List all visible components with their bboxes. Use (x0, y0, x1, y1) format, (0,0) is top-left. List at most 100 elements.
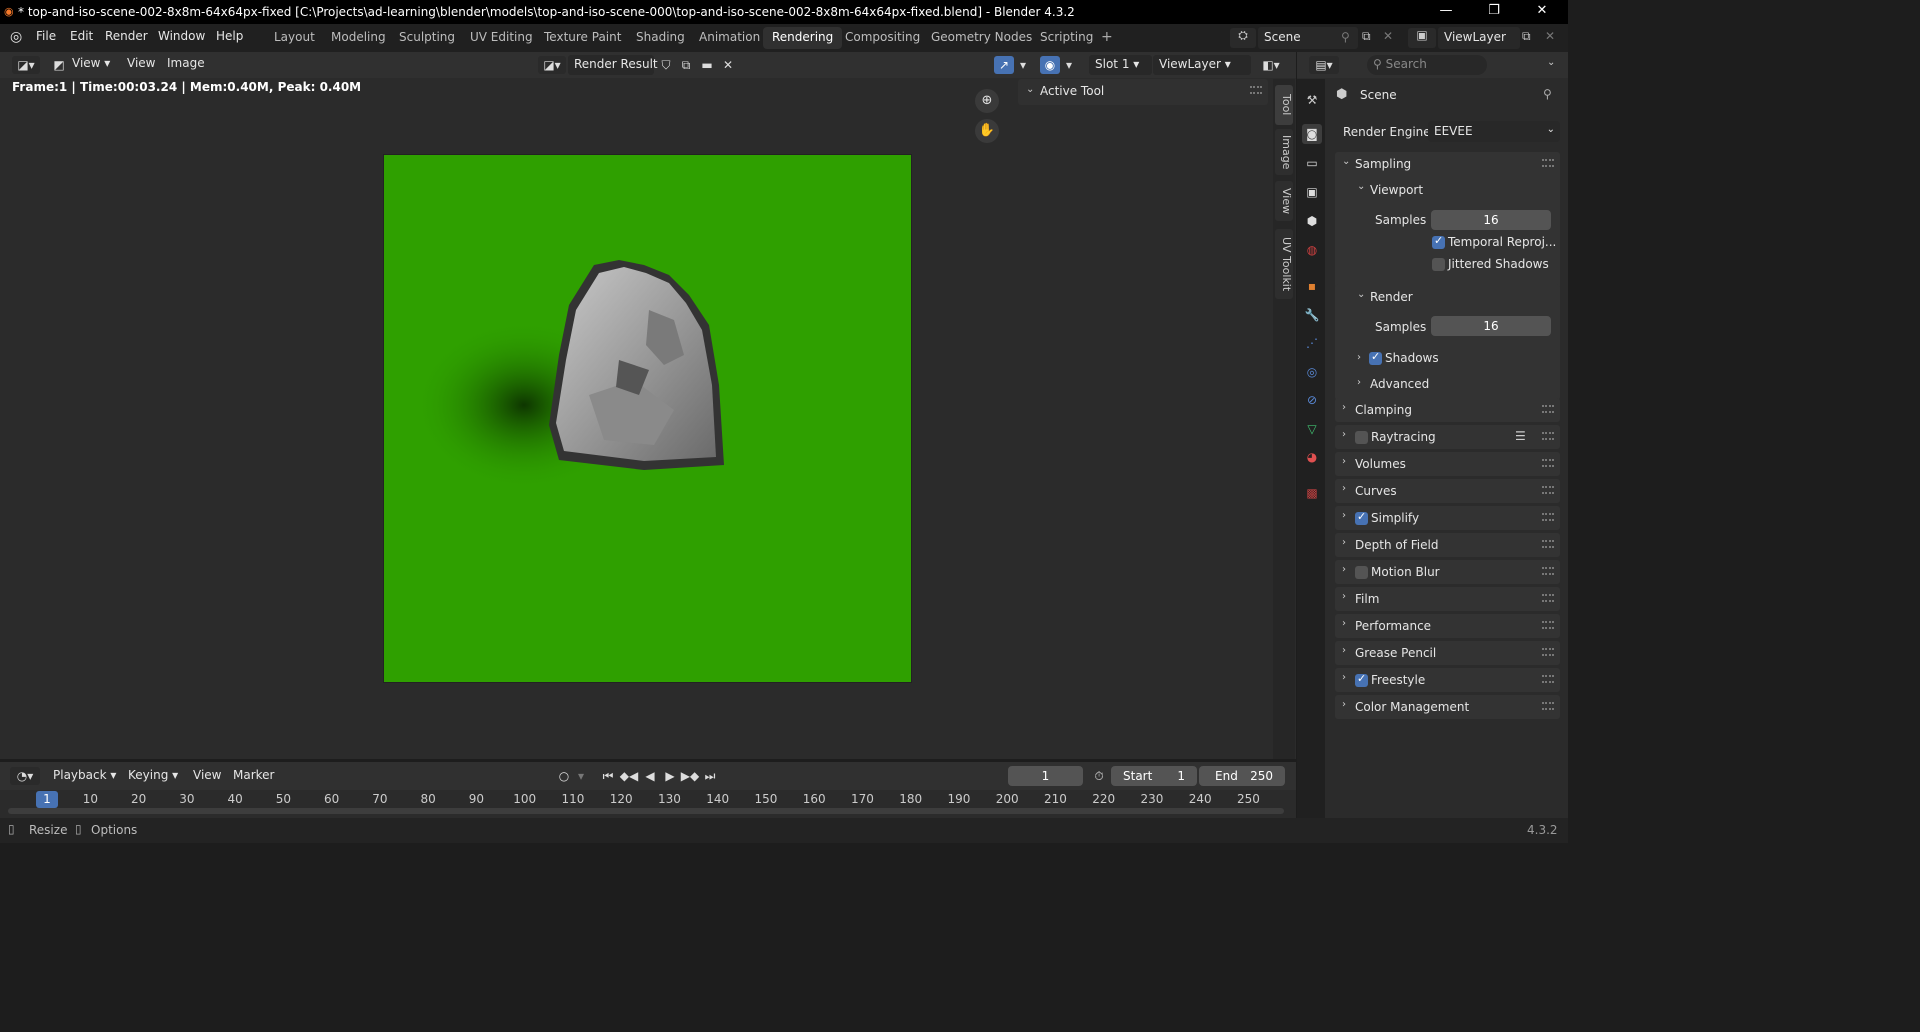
image-browse-icon[interactable]: ◪▾ (538, 56, 566, 74)
end-frame-field[interactable]: End 250 (1199, 766, 1285, 786)
shadows-checkbox[interactable] (1369, 350, 1382, 365)
sidebar-tab-image[interactable]: Image (1275, 129, 1293, 175)
panel-grip-icon[interactable] (1542, 540, 1554, 548)
panel-grip-icon[interactable] (1542, 159, 1554, 167)
object-tab-icon[interactable]: ▪ (1302, 276, 1322, 296)
menu-view[interactable]: View (127, 56, 155, 76)
panel-simplify[interactable]: › Simplify (1335, 506, 1560, 530)
tab-sculpting[interactable]: Sculpting (390, 27, 464, 49)
sidebar-tab-tool[interactable]: Tool (1275, 85, 1293, 125)
render-layer-dropdown[interactable]: ViewLayer ▾ (1153, 55, 1251, 75)
jittered-shadows-checkbox[interactable] (1432, 258, 1445, 271)
render-subpanel[interactable]: ⌄ Render Samples 16 › Shadows › Advanced (1335, 284, 1560, 400)
active-tool-panel[interactable]: ⌄ Active Tool (1018, 79, 1268, 105)
panel-raytracing[interactable]: › Raytracing ☰ (1335, 425, 1560, 449)
panel-film[interactable]: › Film (1335, 587, 1560, 611)
properties-options-chevron-icon[interactable]: ⌄ (1547, 57, 1555, 68)
editor-type-icon[interactable]: ◪▾ (12, 56, 40, 74)
timeline-scrollbar[interactable] (8, 808, 1284, 814)
unlink-image-icon[interactable]: ✕ (718, 56, 738, 74)
panel-motion-blur[interactable]: › Motion Blur (1335, 560, 1560, 584)
slot-dropdown[interactable]: Slot 1 ▾ (1089, 55, 1152, 75)
jump-start-icon[interactable]: ⏮ (598, 767, 618, 785)
view-mode-dropdown[interactable]: View ▾ (72, 56, 110, 76)
sidebar-tab-uv-toolkit[interactable]: UV Toolkit (1275, 229, 1293, 299)
panel-grip-icon[interactable] (1542, 621, 1554, 629)
simplify-checkbox[interactable] (1355, 510, 1368, 525)
panel-grease-pencil[interactable]: › Grease Pencil (1335, 641, 1560, 665)
add-workspace-icon[interactable]: + (1101, 29, 1113, 45)
gizmo-toggle-icon[interactable]: ↗ (994, 56, 1014, 74)
panel-grip-icon[interactable] (1542, 513, 1554, 521)
image-mode-icon[interactable]: ◩ (48, 56, 70, 74)
image-name-field[interactable]: Render Result (568, 55, 658, 75)
delete-scene-icon[interactable]: ✕ (1383, 29, 1393, 43)
gizmo-dropdown-icon[interactable]: ▾ (1015, 56, 1031, 74)
raytracing-checkbox[interactable] (1355, 431, 1368, 444)
keying-menu[interactable]: Keying ▾ (128, 768, 178, 788)
panel-grip-icon[interactable] (1542, 486, 1554, 494)
texture-tab-icon[interactable]: ▩ (1302, 483, 1322, 503)
overlay-dropdown-icon[interactable]: ▾ (1061, 56, 1077, 74)
jump-end-icon[interactable]: ⏭ (700, 767, 720, 785)
properties-search-field[interactable]: ⚲ Search (1367, 55, 1487, 75)
advanced-label[interactable]: Advanced (1370, 377, 1429, 391)
list-icon[interactable]: ☰ (1515, 429, 1526, 443)
fake-user-shield-icon[interactable]: ⛉ (656, 56, 676, 74)
panel-grip-icon[interactable] (1250, 86, 1262, 94)
menu-image[interactable]: Image (167, 56, 205, 76)
maximize-icon[interactable]: ❐ (1482, 3, 1506, 21)
render-tab-icon[interactable]: ◙ (1302, 124, 1322, 144)
marker-menu[interactable]: Marker (233, 768, 274, 788)
display-channels-icon[interactable]: ◧▾ (1256, 56, 1286, 74)
physics-tab-icon[interactable]: ◎ (1302, 362, 1322, 382)
viewlayer-field[interactable]: ViewLayer (1438, 27, 1520, 49)
menu-edit[interactable]: Edit (70, 29, 93, 43)
properties-editor-type-icon[interactable]: ▤▾ (1309, 56, 1339, 74)
play-reverse-icon[interactable]: ◀ (640, 767, 660, 785)
playback-menu[interactable]: Playback ▾ (53, 768, 116, 788)
delete-viewlayer-icon[interactable]: ✕ (1545, 29, 1555, 43)
panel-grip-icon[interactable] (1542, 702, 1554, 710)
tab-compositing[interactable]: Compositing (836, 27, 929, 49)
panel-performance[interactable]: › Performance (1335, 614, 1560, 638)
panel-grip-icon[interactable] (1542, 405, 1554, 413)
next-keyframe-icon[interactable]: ▶◆ (680, 767, 700, 785)
keying-dropdown-icon[interactable]: ▾ (574, 767, 588, 785)
render-engine-dropdown[interactable]: EEVEE ⌄ (1428, 121, 1560, 142)
menu-render[interactable]: Render (105, 29, 148, 43)
tab-modeling[interactable]: Modeling (322, 27, 395, 49)
playhead-frame-indicator[interactable]: 1 (36, 791, 58, 808)
motion-blur-checkbox[interactable] (1355, 566, 1368, 579)
prev-keyframe-icon[interactable]: ◆◀ (619, 767, 639, 785)
open-image-folder-icon[interactable]: ▬ (697, 56, 717, 74)
output-tab-icon[interactable]: ▭ (1302, 153, 1322, 173)
panel-volumes[interactable]: › Volumes (1335, 452, 1560, 476)
panel-depth-of-field[interactable]: › Depth of Field (1335, 533, 1560, 557)
new-scene-icon[interactable]: ⧉ (1362, 29, 1371, 44)
viewport-subpanel-label[interactable]: Viewport (1370, 183, 1423, 197)
panel-color-management[interactable]: › Color Management (1335, 695, 1560, 719)
material-tab-icon[interactable]: ◕ (1302, 447, 1322, 467)
panel-grip-icon[interactable] (1542, 648, 1554, 656)
panel-grip-icon[interactable] (1542, 594, 1554, 602)
render-samples-field[interactable]: 16 (1431, 316, 1551, 336)
timeline-editor-type-icon[interactable]: ◔▾ (10, 767, 40, 785)
tab-rendering[interactable]: Rendering (763, 27, 843, 49)
world-tab-icon[interactable]: ◍ (1302, 240, 1322, 260)
pan-hand-icon[interactable]: ✋ (975, 119, 999, 143)
data-tab-icon[interactable]: ▽ (1302, 419, 1322, 439)
new-image-icon[interactable]: ⧉ (676, 56, 696, 74)
current-frame-field[interactable]: 1 (1008, 766, 1083, 786)
tab-scripting[interactable]: Scripting (1031, 27, 1102, 49)
blender-menu-icon[interactable]: ◎ (10, 29, 22, 45)
viewlayer-selector-icon[interactable]: ▣ (1408, 28, 1436, 48)
start-frame-field[interactable]: Start 1 (1111, 766, 1197, 786)
constraints-tab-icon[interactable]: ⊘ (1302, 390, 1322, 410)
overlay-toggle-icon[interactable]: ◉ (1040, 56, 1060, 74)
tab-shading[interactable]: Shading (627, 27, 694, 49)
auto-keying-icon[interactable]: ○ (554, 767, 574, 785)
shadows-label[interactable]: Shadows (1385, 351, 1439, 365)
pin-icon[interactable]: ⚲ (1341, 30, 1350, 44)
temporal-reprojection-checkbox[interactable] (1432, 234, 1445, 249)
